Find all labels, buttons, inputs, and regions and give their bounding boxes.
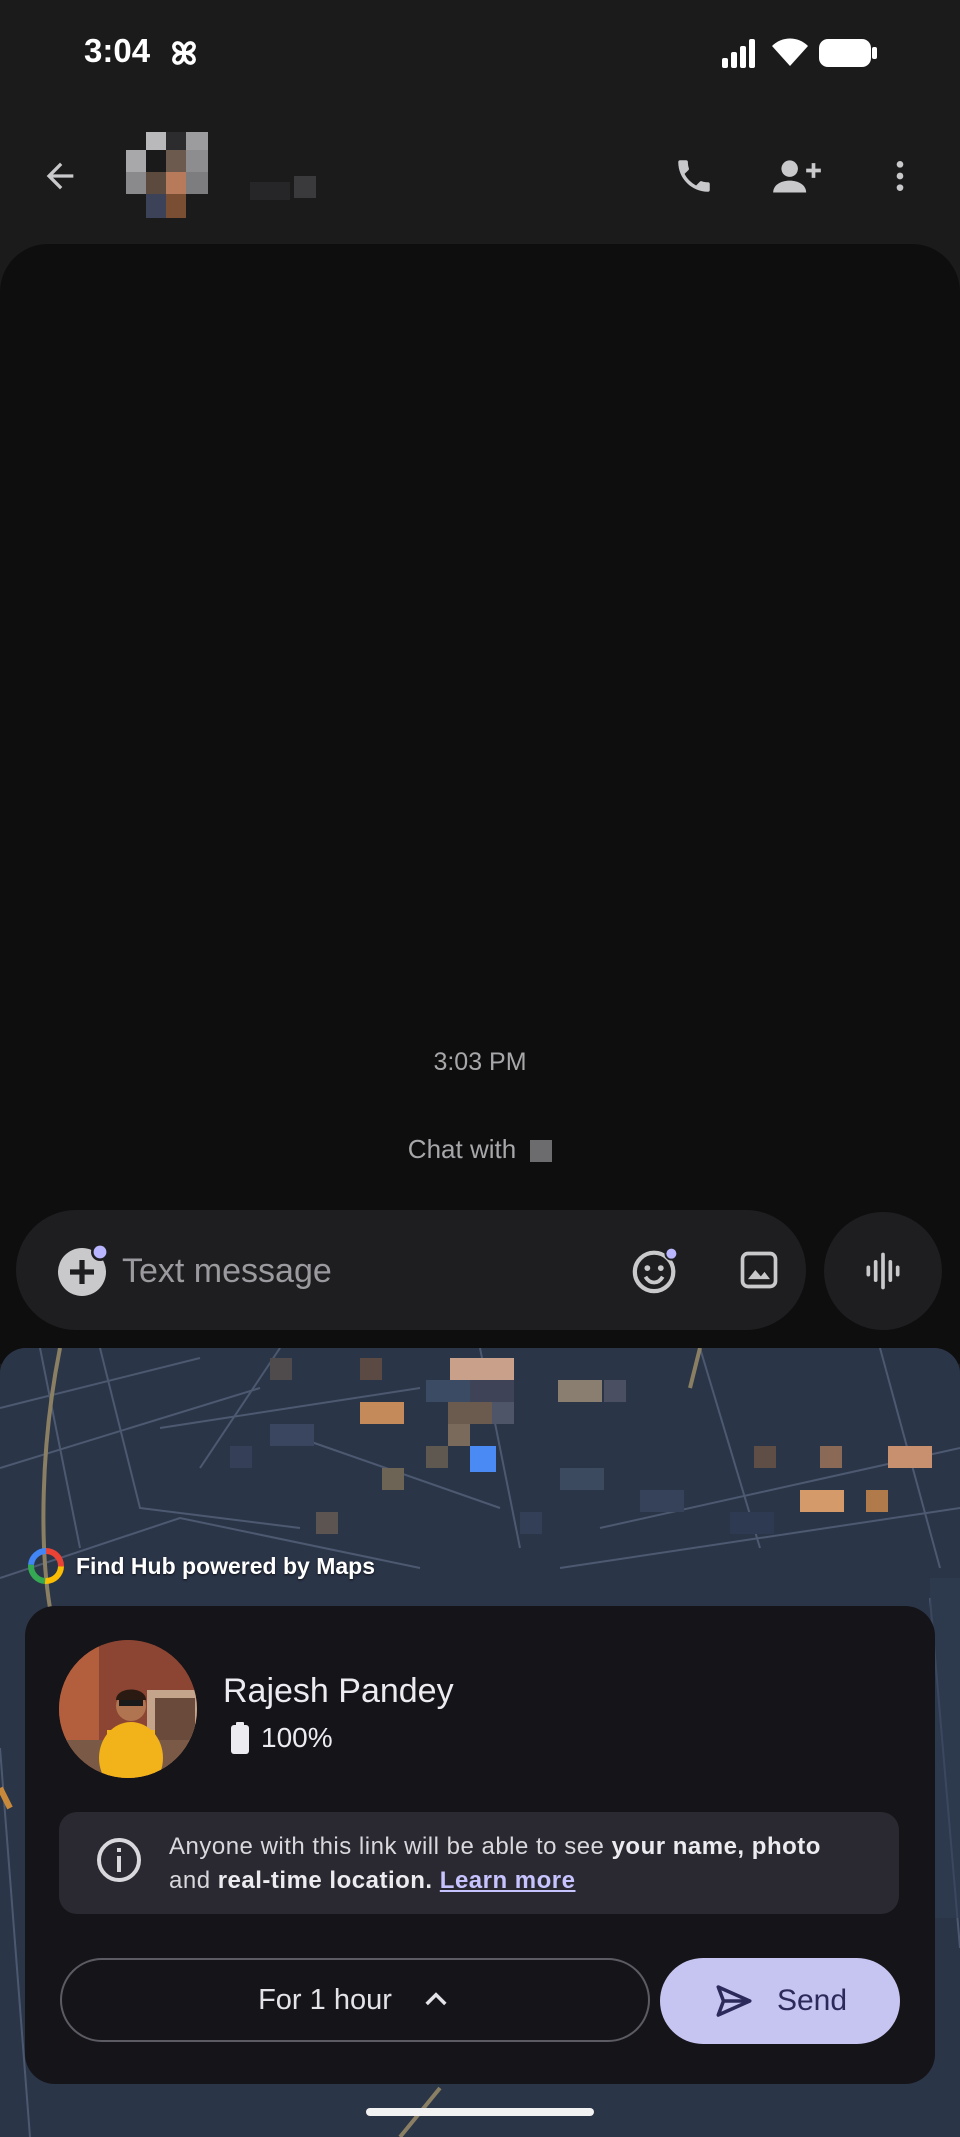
privacy-and: and	[169, 1867, 218, 1894]
conversation-area[interactable]	[0, 244, 960, 1364]
call-button[interactable]	[664, 146, 724, 206]
wifi-icon	[772, 38, 808, 66]
location-share-sheet: Find Hub powered by Maps Rajesh Pandey 1…	[0, 1348, 960, 2137]
info-icon	[97, 1838, 141, 1882]
contact-avatar[interactable]	[126, 132, 208, 218]
learn-more-link[interactable]: Learn more	[440, 1867, 576, 1894]
back-button[interactable]	[30, 146, 90, 206]
privacy-bold-name: your name,	[611, 1833, 745, 1860]
duration-label: For 1 hour	[258, 1983, 392, 2016]
privacy-notice: Anyone with this link will be able to se…	[59, 1812, 899, 1914]
emoji-button[interactable]	[626, 1240, 686, 1300]
user-name: Rajesh Pandey	[223, 1672, 454, 1710]
send-label: Send	[776, 1984, 848, 2017]
message-timestamp: 3:03 PM	[433, 1048, 527, 1076]
add-person-icon	[773, 160, 821, 193]
message-input[interactable]	[120, 1238, 604, 1304]
location-share-card: Rajesh Pandey 100% Anyone with this link…	[25, 1606, 935, 2084]
back-arrow-icon	[46, 162, 74, 190]
status-bar: 3:04	[0, 0, 960, 110]
home-indicator[interactable]	[366, 2108, 594, 2116]
gallery-button[interactable]	[729, 1240, 789, 1300]
battery-status: 100%	[231, 1722, 333, 1754]
voice-message-button[interactable]	[824, 1212, 942, 1330]
image-icon	[740, 1251, 778, 1289]
redacted-name	[530, 1140, 553, 1163]
pinwheel-icon	[172, 41, 196, 65]
status-time: 3:04	[84, 32, 151, 69]
more-options-button[interactable]	[870, 146, 930, 206]
more-vert-icon	[896, 161, 904, 191]
compose-bar	[16, 1210, 806, 1330]
maps-logo-icon	[28, 1548, 64, 1584]
map-attribution: Find Hub powered by Maps	[26, 1546, 375, 1586]
chat-with-text: Chat with	[407, 1134, 517, 1164]
send-icon	[716, 1985, 752, 2017]
contact-name-redacted[interactable]	[250, 172, 320, 200]
privacy-text: Anyone with this link will be able to se…	[169, 1830, 869, 1898]
send-button[interactable]: Send	[660, 1958, 900, 2044]
phone-icon	[678, 160, 710, 192]
voice-waveform-icon	[866, 1252, 900, 1290]
emoji-icon	[632, 1246, 679, 1294]
map-attribution-text: Find Hub powered by Maps	[76, 1552, 376, 1579]
profile-photo	[59, 1640, 197, 1778]
signal-icon	[722, 39, 755, 68]
duration-selector-button[interactable]: For 1 hour	[60, 1958, 650, 2042]
privacy-bold-photo: photo	[751, 1833, 821, 1860]
privacy-bold-location: real-time location.	[217, 1867, 433, 1894]
battery-percent: 100%	[261, 1722, 333, 1753]
add-attachment-icon[interactable]	[56, 1242, 112, 1298]
chat-with-label: Chat with	[0, 1134, 960, 1165]
add-person-button[interactable]	[762, 146, 832, 206]
chevron-up-icon	[425, 1992, 447, 2006]
battery-status-icon	[231, 1722, 249, 1754]
privacy-intro: Anyone with this link will be able to se…	[169, 1833, 612, 1860]
battery-icon	[819, 39, 877, 67]
